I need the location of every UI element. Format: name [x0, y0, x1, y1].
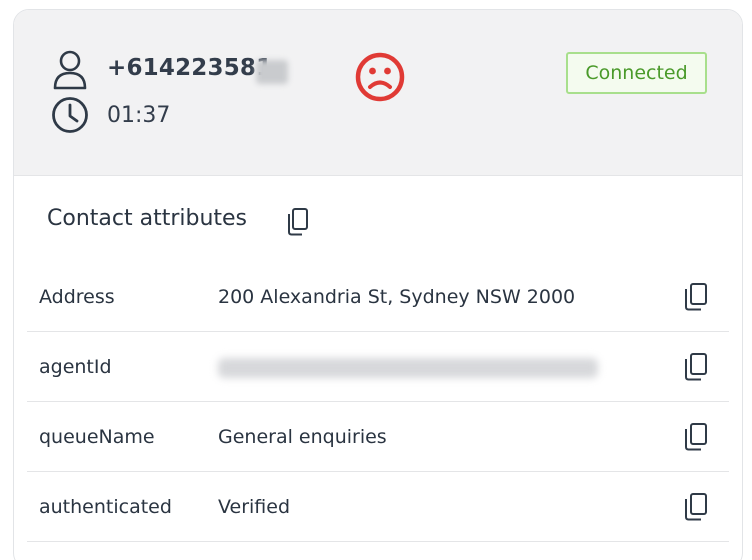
- copy-icon[interactable]: [683, 492, 709, 522]
- attribute-value: 200 Alexandria St, Sydney NSW 2000: [218, 285, 576, 308]
- attribute-row-authenticated: authenticated Verified: [27, 472, 729, 542]
- redacted-phone-digits: [256, 60, 288, 84]
- attribute-row-agentid: agentId: [27, 332, 729, 402]
- clock-icon: [52, 97, 88, 133]
- contact-card: +614223581 01:37 Connected Contact attri…: [13, 9, 743, 560]
- attribute-key: queueName: [39, 425, 155, 448]
- attribute-key: agentId: [39, 355, 112, 378]
- status-badge: Connected: [566, 52, 707, 94]
- frown-icon: [355, 52, 405, 102]
- attribute-value: General enquiries: [218, 425, 387, 448]
- section-title: Contact attributes: [47, 206, 248, 231]
- copy-icon[interactable]: [683, 282, 709, 312]
- copy-icon[interactable]: [683, 422, 709, 452]
- call-duration: 01:37: [107, 103, 171, 128]
- caller-phone-number: +614223581: [107, 55, 273, 81]
- attribute-row-queuename: queueName General enquiries: [27, 402, 729, 472]
- redacted-attribute-value: [218, 358, 598, 378]
- attribute-row-address: Address 200 Alexandria St, Sydney NSW 20…: [27, 262, 729, 332]
- copy-all-icon[interactable]: [286, 207, 310, 237]
- user-icon: [53, 50, 87, 90]
- attribute-key: authenticated: [39, 495, 172, 518]
- contact-header: +614223581 01:37 Connected: [14, 10, 742, 176]
- attribute-key: Address: [39, 285, 115, 308]
- attribute-value: Verified: [218, 495, 291, 518]
- copy-icon[interactable]: [683, 352, 709, 382]
